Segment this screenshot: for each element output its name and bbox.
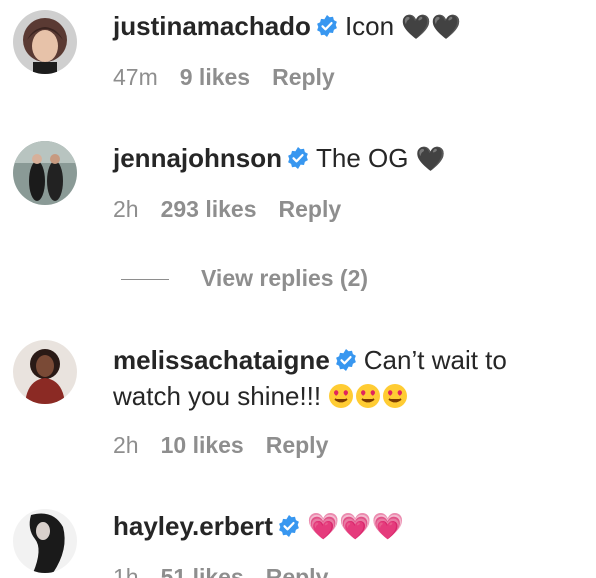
reply-button[interactable]: Reply: [272, 64, 335, 90]
verified-badge-icon: [286, 146, 310, 170]
timestamp[interactable]: 1h: [113, 564, 139, 578]
avatar[interactable]: [13, 340, 77, 404]
comment-text: Can’t wait to: [363, 345, 507, 375]
reply-button[interactable]: Reply: [266, 432, 329, 458]
avatar[interactable]: [13, 10, 77, 74]
reply-button[interactable]: Reply: [279, 196, 342, 222]
reply-button[interactable]: Reply: [266, 564, 329, 578]
sparkling-heart-emoji: 💗💗💗: [306, 512, 405, 542]
divider-line: [121, 279, 169, 280]
username[interactable]: hayley.erbert: [113, 511, 273, 541]
likes-count[interactable]: 293 likes: [161, 196, 257, 222]
likes-count[interactable]: 9 likes: [180, 64, 250, 90]
heart-eyes-emoji-3: [382, 383, 408, 409]
black-heart-emoji: 🖤🖤: [401, 13, 462, 41]
heart-eyes-emoji-1: [328, 383, 354, 409]
username[interactable]: melissachataigne: [113, 345, 330, 375]
comment-text: The OG: [316, 143, 409, 173]
avatar[interactable]: [13, 509, 77, 573]
heart-eyes-emoji-2: [355, 383, 381, 409]
black-heart-emoji: 🖤: [415, 145, 446, 173]
comments-list: justinamachado Icon 🖤🖤 47m 9 likes Reply je…: [0, 0, 596, 578]
timestamp[interactable]: 2h: [113, 432, 139, 458]
verified-badge-icon: [277, 514, 301, 538]
view-replies-button[interactable]: View replies (2): [201, 263, 368, 293]
username[interactable]: jennajohnson: [113, 143, 282, 173]
avatar[interactable]: [13, 141, 77, 205]
comment-text-continued: watch you shine!!!: [113, 381, 322, 411]
verified-badge-icon: [334, 348, 358, 372]
comment-text: Icon: [344, 11, 395, 41]
timestamp[interactable]: 2h: [113, 196, 139, 222]
verified-badge-icon: [315, 14, 339, 38]
likes-count[interactable]: 10 likes: [161, 432, 244, 458]
likes-count[interactable]: 51 likes: [161, 564, 244, 578]
username[interactable]: justinamachado: [113, 11, 311, 41]
timestamp[interactable]: 47m: [113, 64, 158, 90]
